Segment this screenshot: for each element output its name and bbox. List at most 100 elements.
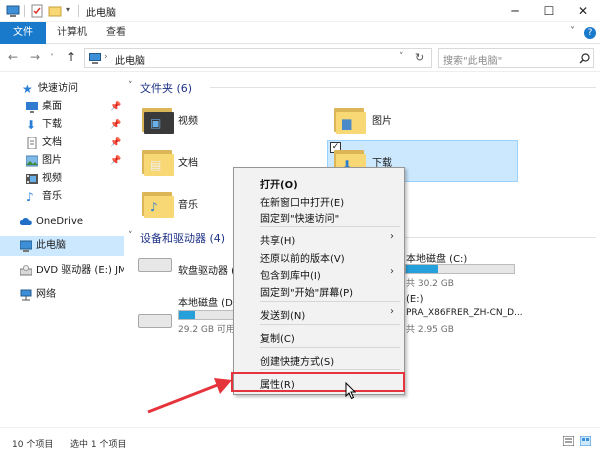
drive-usage-fill: [406, 265, 439, 273]
item-count: 10 个项目: [12, 440, 54, 450]
star-icon: ★: [22, 82, 33, 96]
folder-label[interactable]: 音乐: [178, 196, 198, 211]
drive-sublabel: PRA_X86FRER_ZH-CN_D...: [406, 308, 523, 318]
computer-icon[interactable]: [6, 4, 20, 18]
menu-item-pin-quick-access[interactable]: 固定到"快速访问": [260, 210, 339, 225]
menu-item-pin-start[interactable]: 固定到"开始"屏幕(P): [260, 284, 353, 299]
floppy-drive-icon[interactable]: [138, 252, 174, 274]
sidebar-item-music[interactable]: ♪ 音乐: [0, 188, 124, 206]
properties-icon[interactable]: [30, 4, 44, 18]
sidebar-item-downloads[interactable]: ⬇ 下载 📌: [0, 116, 124, 134]
chevron-down-icon[interactable]: ˅: [50, 53, 54, 62]
window-title: 此电脑: [86, 8, 116, 19]
sidebar-item-network[interactable]: 网络: [0, 286, 124, 304]
sidebar-item-dvd-drive[interactable]: DVD 驱动器 (E:) JM: [0, 262, 127, 280]
chevron-down-icon[interactable]: ˅: [570, 26, 575, 37]
menu-item-send-to[interactable]: 发送到(N): [260, 307, 305, 322]
drive-usage-bar: [178, 310, 234, 320]
download-icon: ⬇: [26, 118, 37, 132]
chevron-down-icon[interactable]: ▾: [66, 5, 70, 14]
menu-item-open[interactable]: 打开(O): [260, 176, 298, 191]
selection-count: 选中 1 个项目: [70, 440, 127, 450]
submenu-arrow-icon: ›: [390, 266, 394, 277]
breadcrumb-chevron-icon[interactable]: ›: [104, 52, 108, 62]
menu-item-include-library[interactable]: 包含到库中(I): [260, 267, 321, 282]
close-button[interactable]: ✕: [566, 0, 600, 22]
status-bar: 10 个项目 选中 1 个项目: [0, 427, 600, 452]
cloud-icon: [20, 218, 32, 225]
new-folder-icon[interactable]: [48, 4, 62, 18]
chevron-down-icon[interactable]: ˅: [399, 52, 404, 62]
menu-item-restore-versions[interactable]: 还原以前的版本(V): [260, 250, 345, 265]
drive-label[interactable]: (E:): [406, 294, 424, 305]
folder-label[interactable]: 视频: [178, 112, 198, 127]
up-icon[interactable]: ↑: [66, 50, 76, 64]
sidebar-item-videos[interactable]: 视频: [0, 170, 124, 188]
divider: [78, 5, 79, 17]
forward-icon[interactable]: →: [30, 50, 40, 64]
picture-folder-icon[interactable]: ▆: [334, 104, 368, 134]
search-icon[interactable]: [579, 53, 590, 64]
sidebar-item-desktop[interactable]: 桌面 📌: [0, 98, 124, 116]
menu-item-properties[interactable]: 属性(R): [260, 376, 295, 391]
divider: [210, 87, 596, 88]
back-icon[interactable]: ←: [8, 50, 18, 64]
collapse-chevron-icon[interactable]: ˅: [128, 81, 133, 91]
address-row: ← → ˅ ↑ › 此电脑 ˅ ↻ 搜索"此电脑": [0, 44, 600, 72]
hard-drive-icon[interactable]: [138, 308, 174, 330]
sidebar-item-pictures[interactable]: 图片 📌: [0, 152, 124, 170]
maximize-button[interactable]: ☐: [532, 0, 566, 22]
sidebar-item-this-pc[interactable]: 此电脑: [0, 236, 124, 256]
annotation-arrow-icon: [147, 378, 232, 414]
menu-separator: [260, 369, 400, 370]
search-input[interactable]: 搜索"此电脑": [438, 48, 594, 68]
mouse-cursor-icon: [345, 382, 357, 400]
desktop-icon: [26, 102, 38, 113]
video-icon: [26, 174, 38, 184]
drive-info: 共 30.2 GB: [406, 279, 454, 289]
pin-icon[interactable]: 📌: [110, 134, 121, 152]
music-folder-icon[interactable]: ♪: [142, 188, 176, 218]
video-folder-icon[interactable]: ▣: [142, 104, 176, 134]
context-menu: 打开(O) 在新窗口中打开(E) 固定到"快速访问" 共享(H) › 还原以前的…: [231, 167, 405, 395]
menu-item-share[interactable]: 共享(H): [260, 232, 295, 247]
refresh-icon[interactable]: ↻: [415, 51, 424, 64]
pin-icon[interactable]: 📌: [110, 98, 121, 116]
collapse-chevron-icon[interactable]: ˅: [128, 231, 133, 241]
drive-label[interactable]: 本地磁盘 (C:): [406, 250, 467, 265]
search-placeholder: 搜索"此电脑": [443, 56, 503, 67]
dvd-icon: [20, 265, 32, 276]
drive-label[interactable]: 本地磁盘 (D:): [178, 294, 240, 309]
address-field[interactable]: › 此电脑 ˅ ↻: [84, 48, 432, 68]
pin-icon[interactable]: 📌: [110, 116, 121, 134]
details-view-icon[interactable]: [563, 436, 574, 446]
computer-icon: [20, 240, 32, 252]
ribbon: 文件 计算机 查看 ˅ ?: [0, 22, 600, 44]
divider: [24, 5, 25, 17]
tab-file[interactable]: 文件: [0, 22, 46, 44]
network-icon: [20, 289, 32, 301]
menu-item-copy[interactable]: 复制(C): [260, 330, 295, 345]
group-header-folders[interactable]: 文件夹 (6): [140, 80, 192, 96]
sidebar-item-documents[interactable]: 文档 📌: [0, 134, 124, 152]
submenu-arrow-icon: ›: [390, 231, 394, 242]
picture-icon: [26, 155, 38, 167]
tab-computer[interactable]: 计算机: [50, 22, 94, 44]
sidebar-item-quick-access[interactable]: ★ 快速访问: [0, 80, 124, 98]
address-path: 此电脑: [115, 56, 145, 67]
document-folder-icon[interactable]: ▤: [142, 146, 176, 176]
folder-label[interactable]: 图片: [372, 112, 392, 127]
help-icon[interactable]: ?: [584, 27, 596, 39]
folder-label[interactable]: 文档: [178, 154, 198, 169]
menu-item-open-new-window[interactable]: 在新窗口中打开(E): [260, 194, 344, 209]
drive-info: 共 2.95 GB: [406, 325, 454, 335]
group-header-devices[interactable]: 设备和驱动器 (4): [140, 230, 225, 246]
minimize-button[interactable]: ─: [498, 0, 532, 22]
pin-icon[interactable]: 📌: [110, 152, 121, 170]
menu-item-create-shortcut[interactable]: 创建快捷方式(S): [260, 353, 334, 368]
sidebar-item-onedrive[interactable]: OneDrive: [0, 213, 124, 231]
tab-view[interactable]: 查看: [98, 22, 134, 44]
music-icon: ♪: [26, 190, 34, 204]
menu-separator: [260, 347, 400, 348]
large-icons-view-icon[interactable]: [580, 436, 591, 446]
